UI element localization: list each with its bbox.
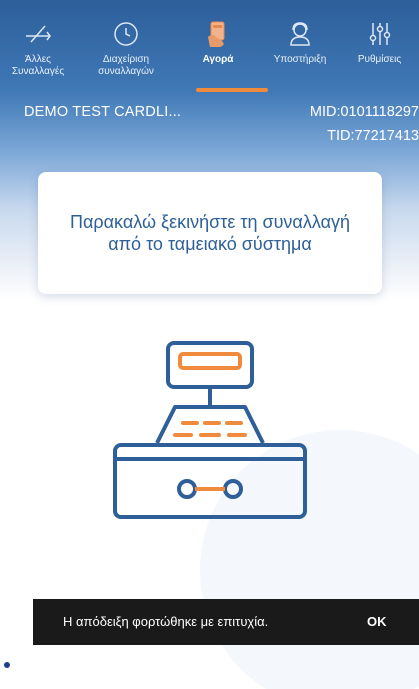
nav-label-settings: Ρυθμίσεις	[357, 54, 402, 65]
snackbar: Η απόδειξη φορτώθηκε με επιτυχία. OK	[33, 599, 419, 645]
snackbar-message: Η απόδειξη φορτώθηκε με επιτυχία.	[63, 614, 269, 629]
hand-card-icon	[202, 18, 234, 50]
nav-item-purchase[interactable]: Αγορά	[176, 0, 260, 92]
message-text: Παρακαλώ ξεκινήστε τη συναλλαγή από το τ…	[70, 212, 350, 254]
support-agent-icon	[284, 18, 316, 50]
merchant-id: MID:0101118297	[309, 104, 419, 120]
indicator-dot	[4, 662, 10, 668]
merchant-name: DEMO TEST CARDLI...	[24, 104, 182, 120]
clock-icon	[110, 18, 142, 50]
nav-item-transaction-management[interactable]: Διαχείριση συναλλαγών	[76, 0, 176, 92]
message-card: Παρακαλώ ξεκινήστε τη συναλλαγή από το τ…	[38, 172, 382, 294]
terminal-id: TID:77217413	[327, 128, 419, 144]
cash-register-icon	[105, 335, 315, 525]
nav-label-purchase: Αγορά	[202, 54, 234, 65]
nav-item-settings[interactable]: Ρυθμίσεις	[340, 0, 419, 92]
nav-label-transaction-management: Διαχείριση συναλλαγών	[98, 54, 154, 77]
active-tab-indicator	[196, 88, 268, 92]
transactions-arrows-icon	[22, 18, 54, 50]
nav-item-support[interactable]: Υποστήριξη	[260, 0, 340, 92]
nav-label-support: Υποστήριξη	[273, 54, 327, 65]
nav-label-other-transactions: Άλλες Συναλλαγές	[11, 54, 65, 77]
top-navigation: Άλλες Συναλλαγές Διαχείριση συναλλαγών Α…	[0, 0, 419, 92]
sliders-icon	[364, 18, 396, 50]
nav-item-other-transactions[interactable]: Άλλες Συναλλαγές	[0, 0, 76, 92]
app-screen: Άλλες Συναλλαγές Διαχείριση συναλλαγών Α…	[0, 0, 419, 689]
snackbar-ok-button[interactable]: OK	[367, 614, 387, 629]
